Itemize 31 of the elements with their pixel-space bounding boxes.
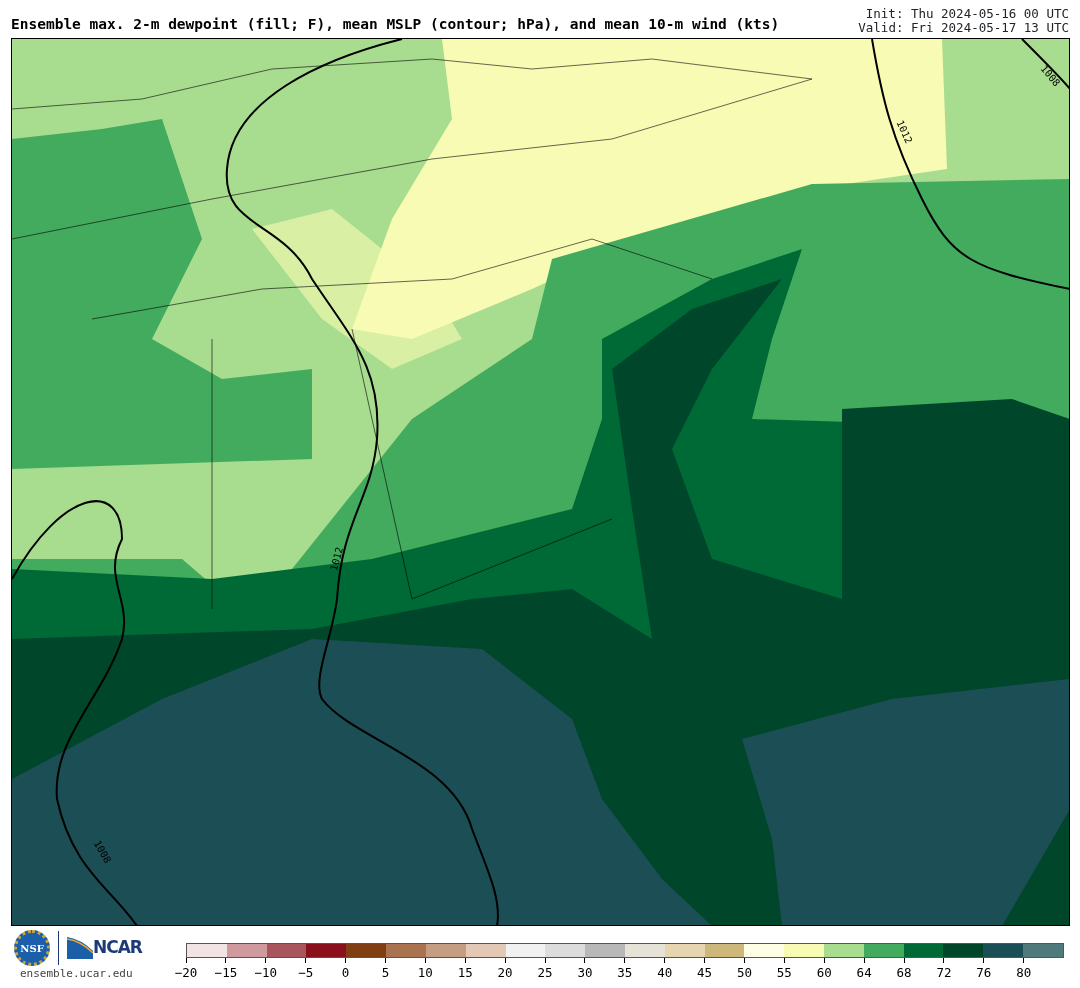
tick-label: 25 (537, 965, 553, 980)
tick-label: 76 (976, 965, 992, 980)
tick-label: 64 (856, 965, 872, 980)
tick-label: 35 (617, 965, 633, 980)
valid-time: Valid: Fri 2024-05-17 13 UTC (858, 21, 1069, 35)
swoosh-icon (67, 937, 93, 959)
ncar-logo-text: NCAR (93, 936, 142, 960)
tick-label: −20 (174, 965, 198, 980)
site-url: ensemble.ucar.edu (20, 966, 134, 982)
tick-label: 45 (697, 965, 713, 980)
tick-label: −5 (298, 965, 314, 980)
tick-label: 50 (736, 965, 752, 980)
chart-title: Ensemble max. 2-m dewpoint (fill; F), mean MSLP (contour; hPa), and mean 10-m wind (kts) (11, 15, 780, 34)
tick-label: 40 (657, 965, 673, 980)
tick-label: 72 (936, 965, 952, 980)
nsf-logo: NSF (14, 930, 50, 966)
contour-label: 1012 (329, 546, 345, 572)
tick-label: 15 (457, 965, 473, 980)
tick-label: 30 (577, 965, 593, 980)
tick-label: 60 (816, 965, 832, 980)
tick-label: 55 (776, 965, 792, 980)
contour-label: 1012 (894, 118, 914, 146)
tick-label: 68 (896, 965, 912, 980)
tick-label: 5 (381, 965, 390, 980)
tick-label: 20 (497, 965, 513, 980)
tick-label: 0 (341, 965, 350, 980)
tick-label: −15 (214, 965, 238, 980)
init-time: Init: Thu 2024-05-16 00 UTC (864, 7, 1069, 21)
tick-label: 10 (417, 965, 433, 980)
tick-label: −10 (254, 965, 278, 980)
tick-label: 80 (1016, 965, 1032, 980)
